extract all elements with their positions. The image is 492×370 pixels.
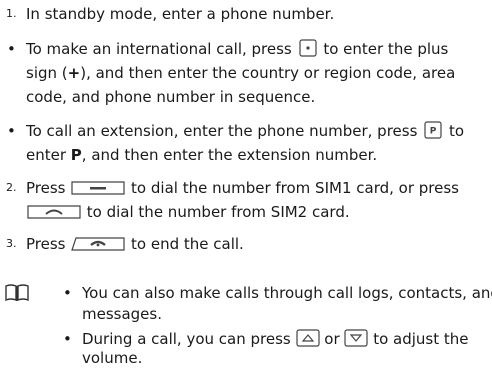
bullet-symbol: • (63, 330, 72, 348)
step-number: 1. (6, 7, 17, 20)
svg-text:P: P (430, 127, 437, 137)
sim1-call-key-icon (70, 180, 126, 196)
step-number: 3. (6, 237, 17, 250)
sim2-call-key-icon (26, 204, 82, 220)
p-key-icon: P (422, 121, 444, 139)
book-icon (4, 283, 30, 310)
document-page: 1. In standby mode, enter a phone number… (0, 0, 492, 367)
star-key-icon (297, 39, 319, 57)
end-call-key-icon (70, 236, 126, 252)
step-text: In standby mode, enter a phone number. (26, 5, 335, 23)
volume-up-key-icon (295, 329, 320, 347)
step-number: 2. (6, 181, 17, 194)
bullet-symbol: • (7, 40, 16, 58)
bullet-symbol: • (63, 284, 72, 302)
bullet-symbol: • (7, 122, 16, 140)
volume-down-key-icon (344, 329, 369, 347)
